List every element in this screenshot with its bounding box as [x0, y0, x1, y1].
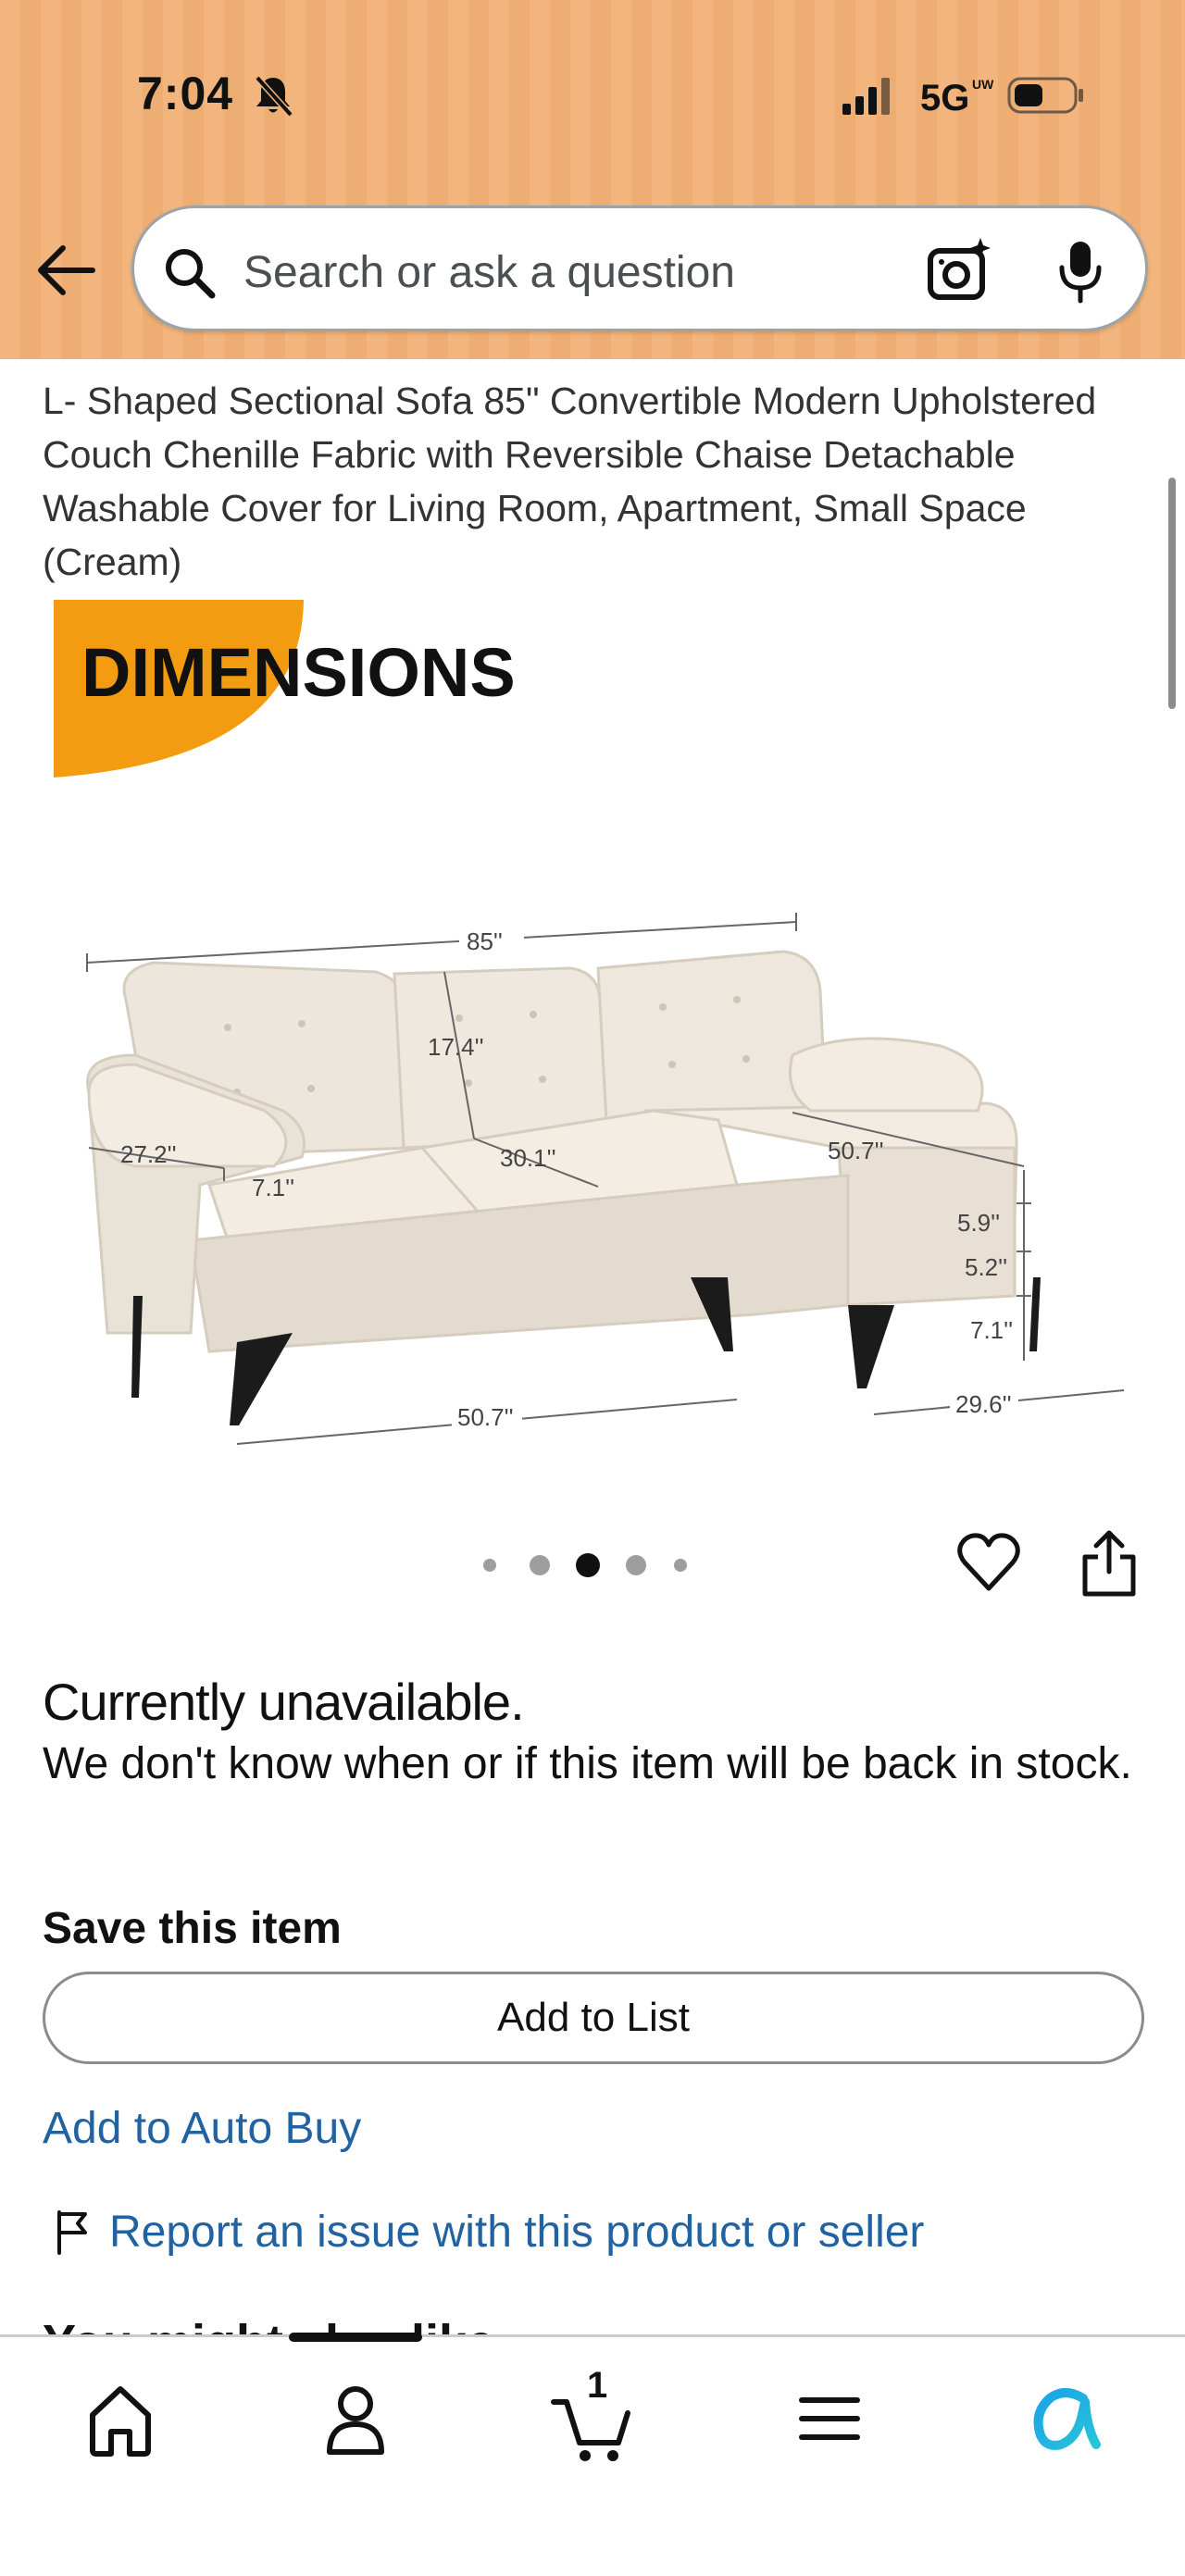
carousel-dot-active[interactable] — [576, 1553, 600, 1577]
recommendations-heading-partial: You might also like — [43, 2301, 494, 2334]
search-icon — [166, 249, 216, 299]
dim-sofa-length: 50.7'' — [457, 1403, 514, 1431]
search-placeholder[interactable]: Search or ask a question — [243, 247, 735, 298]
save-item-heading: Save this item — [43, 1904, 342, 1953]
carousel-dots[interactable] — [481, 1546, 713, 1583]
carousel-dot[interactable] — [483, 1559, 496, 1572]
dim-total-width: 85'' — [467, 927, 503, 955]
bell-muted-icon — [255, 75, 293, 118]
product-image[interactable]: DIMENSIONS 85'' 17.4'' 27.2'' 7.1'' 30.1… — [52, 592, 1144, 1481]
sofa-illustration — [86, 950, 1041, 1425]
app-header: 7:04 5G UW Search or ask a question — [0, 0, 1185, 359]
dim-leg-height: 7.1'' — [970, 1316, 1013, 1344]
scrollbar[interactable] — [1168, 478, 1176, 709]
account-icon — [327, 2386, 384, 2455]
bottom-nav: 1 — [0, 2334, 1185, 2576]
dim-arm-width: 7.1'' — [252, 1174, 294, 1201]
dim-chaise-length: 50.7'' — [828, 1137, 884, 1164]
dim-seat-height: 5.2'' — [965, 1253, 1007, 1281]
dim-chaise-width: 29.6'' — [955, 1390, 1012, 1418]
network-label: 5G — [920, 78, 970, 118]
home-icon — [90, 2386, 151, 2457]
flag-icon — [57, 2210, 87, 2255]
menu-icon — [799, 2397, 860, 2440]
rufus-assistant-icon — [1033, 2388, 1101, 2450]
add-to-list-button[interactable]: Add to List — [43, 1972, 1144, 2064]
search-bar[interactable]: Search or ask a question — [131, 205, 1148, 331]
product-title: L- Shaped Sectional Sofa 85" Convertible… — [43, 380, 1097, 583]
battery-icon — [1007, 77, 1083, 114]
dim-cushion-height: 5.9'' — [957, 1209, 1000, 1237]
nav-rufus[interactable] — [1018, 2371, 1111, 2463]
dim-seat-depth: 30.1'' — [500, 1144, 556, 1172]
dim-arm-depth: 27.2'' — [120, 1140, 177, 1168]
camera-lens-icon[interactable] — [925, 236, 995, 303]
availability-title: Currently unavailable. — [43, 1673, 525, 1731]
nav-home[interactable] — [74, 2371, 167, 2463]
carousel-dot[interactable] — [626, 1555, 646, 1575]
heart-icon[interactable] — [955, 1529, 1022, 1596]
report-issue-link[interactable]: Report an issue with this product or sel… — [109, 2207, 924, 2258]
nav-account[interactable] — [309, 2371, 402, 2463]
nav-cart[interactable]: 1 — [546, 2365, 639, 2463]
dim-back-height: 17.4'' — [428, 1033, 484, 1061]
back-arrow-icon[interactable] — [35, 243, 96, 298]
dimensions-heading: DIMENSIONS — [81, 634, 516, 711]
network-sub-label: UW — [972, 77, 994, 92]
microphone-icon[interactable] — [1054, 238, 1106, 305]
carousel-dot[interactable] — [530, 1555, 550, 1575]
availability-description: We don't know when or if this item will … — [43, 1739, 1132, 1788]
share-icon[interactable] — [1078, 1529, 1141, 1598]
nav-menu[interactable] — [783, 2371, 876, 2463]
add-to-auto-buy-link[interactable]: Add to Auto Buy — [43, 2103, 361, 2154]
status-time: 7:04 — [137, 68, 234, 119]
cart-count: 1 — [587, 2365, 608, 2406]
signal-icon — [842, 78, 890, 115]
home-indicator — [289, 2333, 422, 2342]
carousel-dot[interactable] — [674, 1559, 687, 1572]
